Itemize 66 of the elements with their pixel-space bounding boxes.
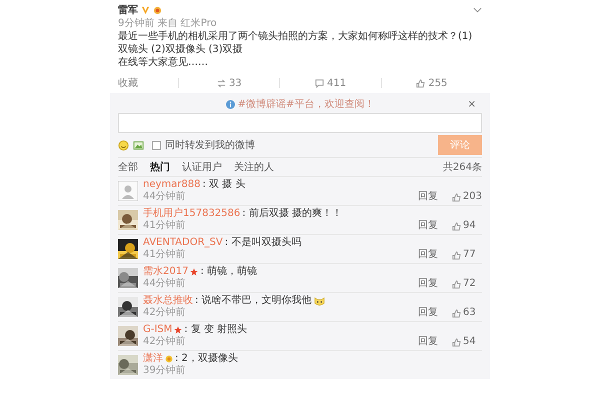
thumbs-up-icon xyxy=(452,308,461,318)
username-link[interactable]: 手机用户157832586 xyxy=(143,208,240,220)
username-link[interactable]: G-ISM xyxy=(143,324,172,336)
close-button[interactable]: × xyxy=(468,98,476,110)
avatar-icon[interactable] xyxy=(118,181,138,201)
reply-link[interactable]: 回复 xyxy=(418,307,438,319)
comment-time: 44分钟前 xyxy=(143,278,186,290)
thumbs-up-icon xyxy=(452,338,461,346)
like-button[interactable]: 255 xyxy=(382,78,482,88)
filter-tab[interactable]: 关注的人 xyxy=(234,160,274,174)
like-button[interactable]: 77 xyxy=(452,249,482,261)
comment-time: 42分钟前 xyxy=(143,336,186,348)
filter-tab[interactable]: 热门 xyxy=(150,160,170,174)
author-name[interactable]: 雷军 xyxy=(118,3,138,17)
thumbs-up-icon xyxy=(452,192,461,202)
comment-text: : 萌镜，萌镜 xyxy=(200,266,258,278)
filter-tab[interactable]: 认证用户 xyxy=(182,160,222,174)
like-button[interactable]: 72 xyxy=(452,278,482,290)
comment-time: 42分钟前 xyxy=(143,307,186,319)
comment-text: : 2，双摄像头 xyxy=(175,353,238,364)
post-text: 双镜头 (2)双摄像头 (3)双摄 xyxy=(118,43,244,56)
filter-tab[interactable]: 全部 xyxy=(118,160,138,174)
comment-text: : 不是叫双摄头吗 xyxy=(224,237,302,249)
image-icon[interactable] xyxy=(133,140,144,150)
thumbs-up-icon xyxy=(452,250,461,260)
repost-label: 同时转发到我的微博 xyxy=(165,138,255,152)
comment-time: 44分钟前 xyxy=(143,191,186,203)
post-meta: 9分钟前 来自 红米Pro xyxy=(118,17,218,30)
info-icon xyxy=(226,100,235,108)
comment-text: : 复 变 射照头 xyxy=(184,324,248,336)
comment-time: 41分钟前 xyxy=(143,249,186,261)
thumbs-up-icon xyxy=(452,222,461,230)
like-button[interactable]: 94 xyxy=(452,220,482,232)
chevron-icon[interactable] xyxy=(473,7,482,13)
comment-time: 39分钟前 xyxy=(143,365,186,377)
repost-icon xyxy=(216,78,226,88)
comment-count: 共264条 xyxy=(442,160,482,174)
comment-icon xyxy=(315,78,324,88)
username-link[interactable]: 需水2017 xyxy=(143,266,188,278)
like-button[interactable]: 203 xyxy=(452,191,482,203)
reply-link[interactable]: 回复 xyxy=(418,220,438,232)
username-link[interactable]: neymar888 xyxy=(143,179,200,191)
reply-link[interactable]: 回复 xyxy=(418,336,438,348)
like-button[interactable]: 63 xyxy=(452,307,482,319)
comment-time: 41分钟前 xyxy=(143,220,186,232)
comment-text: : 说啥不带巴，文明你我他 xyxy=(195,295,312,307)
comment-button[interactable]: 411 xyxy=(280,78,381,88)
favorite-button[interactable]: 收藏 xyxy=(118,76,178,90)
like-button[interactable]: 54 xyxy=(452,336,482,348)
smiley-icon[interactable] xyxy=(118,140,129,150)
reply-link[interactable]: 回复 xyxy=(418,278,438,290)
repost-button[interactable]: 33 xyxy=(179,78,280,88)
username-link[interactable]: 聂水总推收 xyxy=(143,295,193,307)
post-text: 在线等大家意见…… xyxy=(118,56,209,69)
username-link[interactable]: AVENTADOR_SV xyxy=(143,237,223,249)
comment-text: : 前后双摄 摄的爽！！ xyxy=(242,208,342,220)
repost-checkbox[interactable] xyxy=(152,140,161,150)
username-link[interactable]: 潇洋 xyxy=(143,353,163,365)
thumbs-up-icon xyxy=(452,280,461,288)
badge-icon xyxy=(153,6,162,14)
comment-text: : 双 摄 头 xyxy=(202,179,246,191)
reply-link[interactable]: 回复 xyxy=(418,191,438,203)
reply-link[interactable]: 回复 xyxy=(418,249,438,261)
post-text: 最近一些手机的相机采用了两个镜头拍照的方案，大家如何称呼这样的技术？(1) xyxy=(118,30,474,43)
thumbs-up-icon xyxy=(416,78,426,88)
comment-input-field[interactable] xyxy=(118,113,482,133)
